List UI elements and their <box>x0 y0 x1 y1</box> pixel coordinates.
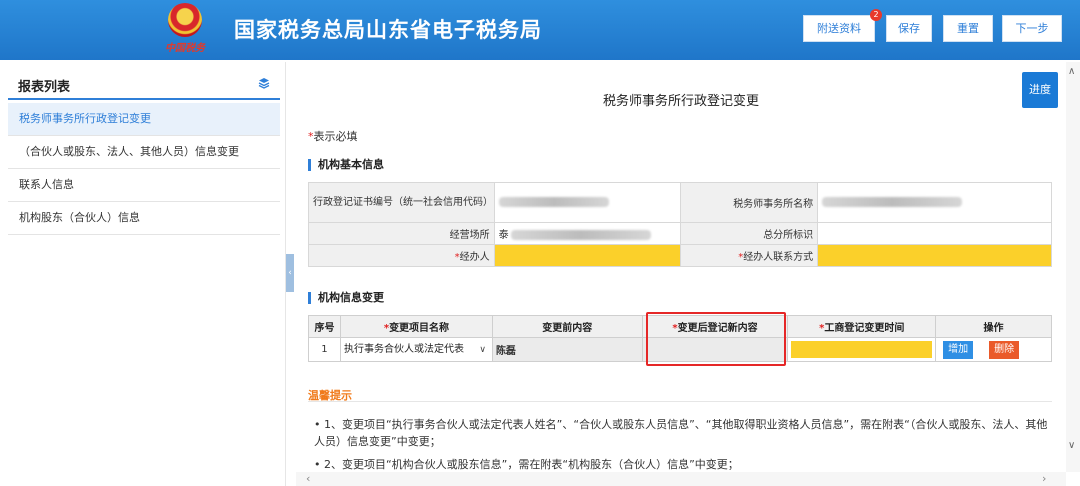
business-address-label: 经营场所 <box>308 222 495 245</box>
handler-label: *经办人 <box>308 244 495 267</box>
attach-documents-button[interactable]: 附送资料 <box>803 15 875 42</box>
save-button[interactable]: 保存 <box>886 15 932 42</box>
col-header-actions: 操作 <box>935 315 1052 338</box>
license-number-label: 行政登记证书编号（统一社会信用代码） <box>308 182 495 223</box>
emblem-signature: 中国税务 <box>165 43 205 54</box>
required-note: *表示必填 <box>308 130 358 143</box>
business-address-value: 泰 <box>493 222 681 245</box>
horizontal-scrollbar[interactable]: ‹ › <box>296 472 1066 486</box>
row-index: 1 <box>308 337 341 362</box>
sidebar-item-shareholder-info[interactable]: 机构股东（合伙人）信息 <box>8 202 280 235</box>
tips-divider <box>308 401 1052 402</box>
change-date-input[interactable] <box>791 341 933 358</box>
row-actions: 增加 删除 <box>935 337 1052 362</box>
vertical-scrollbar[interactable]: ∧ ∨ <box>1066 62 1080 472</box>
attachment-count-badge: 2 <box>870 9 882 21</box>
scroll-down-icon[interactable]: ∨ <box>1068 440 1075 451</box>
scroll-right-icon[interactable]: › <box>1042 472 1046 485</box>
sidebar-title: 报表列表 <box>18 80 71 95</box>
basic-info-section-title: 机构基本信息 <box>308 159 384 171</box>
sidebar-item-contact-info[interactable]: 联系人信息 <box>8 169 280 202</box>
license-number-value <box>493 182 681 223</box>
form-title: 税务师事务所行政登记变更 <box>602 94 759 109</box>
add-row-button[interactable]: 增加 <box>943 340 974 359</box>
change-section-title: 机构信息变更 <box>308 292 384 304</box>
sidebar-collapse-handle[interactable]: ‹ <box>286 254 294 292</box>
tip-item-1: • 1、变更项目“执行事务合伙人或法定代表人姓名”、“合伙人或股东人员信息”、“… <box>314 418 1048 448</box>
chevron-down-icon: ∨ <box>479 344 486 355</box>
handler-input[interactable] <box>493 244 681 267</box>
sidebar-item-partner-info-change[interactable]: （合伙人或股东、法人、其他人员）信息变更 <box>8 136 280 169</box>
basic-info-table: 行政登记证书编号（统一社会信用代码） 税务师事务所名称 经营场所 泰 总分所标识… <box>308 182 1052 267</box>
col-header-item: *变更项目名称 <box>339 315 493 338</box>
layers-icon[interactable] <box>258 77 270 89</box>
reset-button[interactable]: 重置 <box>943 15 993 42</box>
scroll-left-icon[interactable]: ‹ <box>306 472 310 485</box>
tip-item-2: • 2、变更项目“机构合伙人或股东信息”，需在附表“机构股东（合伙人）信息”中变… <box>314 458 739 470</box>
firm-name-label: 税务师事务所名称 <box>679 182 819 223</box>
branch-flag-label: 总分所标识 <box>679 222 819 245</box>
branch-flag-value <box>817 222 1052 245</box>
delete-row-button[interactable]: 删除 <box>989 340 1020 359</box>
emblem-icon <box>168 3 202 37</box>
scroll-up-icon[interactable]: ∧ <box>1068 66 1075 77</box>
col-header-index: 序号 <box>308 315 341 338</box>
tax-emblem-logo: 中国税务 <box>160 3 210 57</box>
change-date-cell <box>787 337 937 362</box>
app-header: 中国税务 国家税务总局山东省电子税务局 附送资料 2 保存 重置 下一步 <box>0 0 1080 60</box>
before-content-value: 陈磊 <box>491 337 643 362</box>
next-step-button[interactable]: 下一步 <box>1002 15 1062 42</box>
report-list-sidebar: 报表列表 税务师事务所行政登记变更 （合伙人或股东、法人、其他人员）信息变更 联… <box>0 62 286 486</box>
form-panel: 进度 税务师事务所行政登记变更 *表示必填 机构基本信息 行政登记证书编号（统一… <box>296 62 1066 486</box>
col-header-change-date: *工商登记变更时间 <box>787 315 937 338</box>
handler-contact-label: *经办人联系方式 <box>679 244 819 267</box>
site-title: 国家税务总局山东省电子税务局 <box>234 18 542 42</box>
firm-name-value <box>817 182 1052 223</box>
col-header-before: 变更前内容 <box>491 315 643 338</box>
change-item-select[interactable]: 执行事务合伙人或法定代表 ∨ <box>339 337 493 362</box>
sidebar-header: 报表列表 <box>8 70 280 100</box>
handler-contact-input[interactable] <box>817 244 1052 267</box>
sidebar-item-administrative-change[interactable]: 税务师事务所行政登记变更 <box>8 103 280 136</box>
annotation-highlight-box <box>646 312 786 366</box>
